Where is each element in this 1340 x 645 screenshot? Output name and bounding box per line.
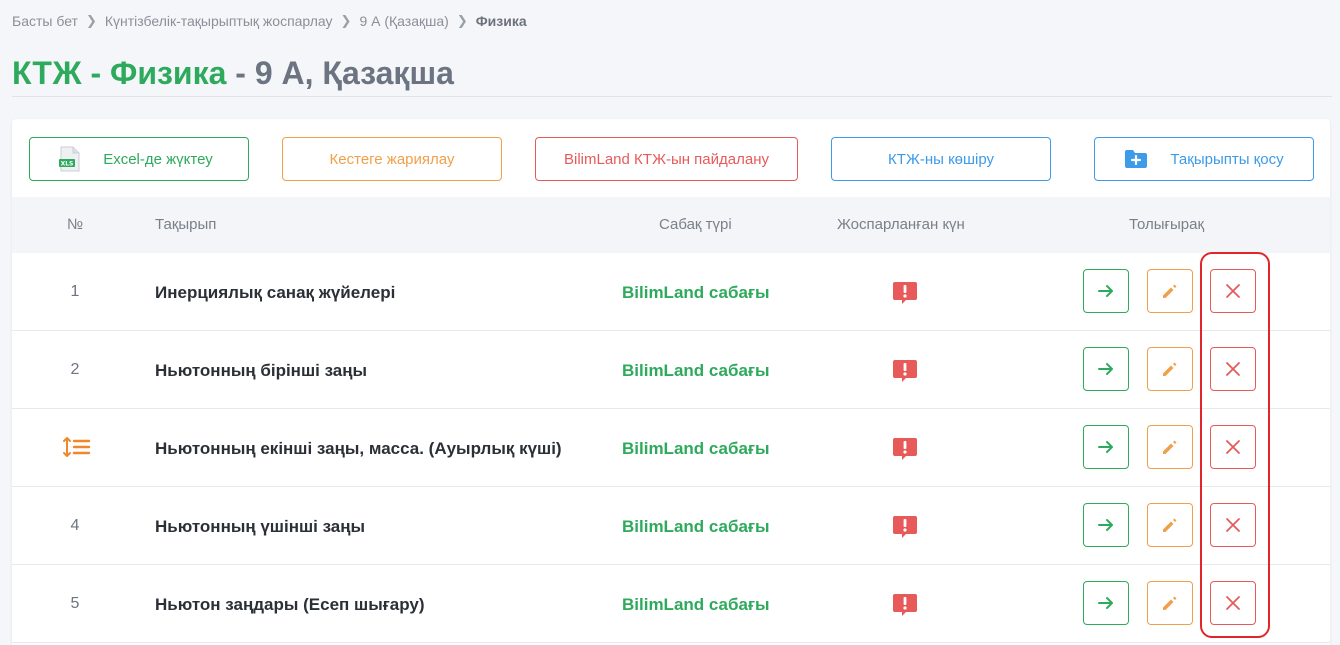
edit-topic-button[interactable] xyxy=(1147,425,1193,469)
pencil-icon xyxy=(1163,362,1177,376)
add-topic-label: Тақырыпты қосу xyxy=(1170,150,1284,168)
row-lesson-type: BilimLand сабағы xyxy=(622,517,770,536)
row-lesson-type: BilimLand сабағы xyxy=(622,283,770,302)
close-icon xyxy=(1226,596,1240,610)
use-bilimland-label: BilimLand КТЖ-ын пайдалану xyxy=(564,150,769,168)
close-icon xyxy=(1226,362,1240,376)
reorder-icon[interactable] xyxy=(62,435,91,464)
table-row: 4 Ньютонның үшінші заңы BilimLand сабағы xyxy=(12,487,1330,565)
alert-bubble-icon xyxy=(892,436,918,462)
open-topic-button[interactable] xyxy=(1083,503,1129,547)
row-lesson-type: BilimLand сабағы xyxy=(622,361,770,380)
page-title-main: КТЖ - Физика xyxy=(12,55,227,91)
pencil-icon xyxy=(1163,440,1177,454)
header-details: Толығырақ xyxy=(1129,216,1205,233)
ktzh-card: XLS Excel-де жүктеу Кестеге жариялау Bil… xyxy=(12,119,1330,645)
title-divider xyxy=(12,96,1332,97)
breadcrumb-home[interactable]: Басты бет xyxy=(12,13,78,29)
table-row: Ньютонның екінші заңы, масса. (Ауырлық к… xyxy=(12,409,1330,487)
delete-topic-button[interactable] xyxy=(1210,425,1256,469)
use-bilimland-ktzh-button[interactable]: BilimLand КТЖ-ын пайдалану xyxy=(535,137,798,181)
arrow-right-icon xyxy=(1098,597,1113,609)
header-topic: Тақырып xyxy=(155,216,217,233)
pencil-icon xyxy=(1163,596,1177,610)
alert-bubble-icon xyxy=(892,280,918,306)
close-icon xyxy=(1226,284,1240,298)
table-row: 2 Ньютонның бірінші заңы BilimLand сабағ… xyxy=(12,331,1330,409)
row-topic: Ньютон заңдары (Есеп шығару) xyxy=(155,595,425,614)
chevron-right-icon: ❯ xyxy=(456,13,468,28)
close-icon xyxy=(1226,518,1240,532)
row-lesson-type: BilimLand сабағы xyxy=(622,595,770,614)
row-topic: Ньютонның бірінші заңы xyxy=(155,361,368,380)
alert-bubble-icon xyxy=(892,592,918,618)
copy-ktzh-button[interactable]: КТЖ-ны көшіру xyxy=(831,137,1051,181)
xls-file-icon: XLS xyxy=(59,146,81,172)
delete-topic-button[interactable] xyxy=(1210,269,1256,313)
excel-download-button[interactable]: XLS Excel-де жүктеу xyxy=(29,137,249,181)
arrow-right-icon xyxy=(1098,363,1113,375)
table-row: 5 Ньютон заңдары (Есеп шығару) BilimLand… xyxy=(12,565,1330,643)
pencil-icon xyxy=(1163,518,1177,532)
edit-topic-button[interactable] xyxy=(1147,347,1193,391)
arrow-right-icon xyxy=(1098,441,1113,453)
arrow-right-icon xyxy=(1098,519,1113,531)
delete-topic-button[interactable] xyxy=(1210,347,1256,391)
publish-to-schedule-button[interactable]: Кестеге жариялау xyxy=(282,137,502,181)
header-lesson-type: Сабақ түрі xyxy=(659,216,732,233)
excel-download-label: Excel-де жүктеу xyxy=(103,150,213,168)
delete-topic-button[interactable] xyxy=(1210,581,1256,625)
breadcrumb-current: Физика xyxy=(475,13,527,29)
arrow-right-icon xyxy=(1098,285,1113,297)
row-topic: Ньютонның екінші заңы, масса. (Ауырлық к… xyxy=(155,439,562,458)
alert-bubble-icon xyxy=(892,358,918,384)
open-topic-button[interactable] xyxy=(1083,581,1129,625)
open-topic-button[interactable] xyxy=(1083,347,1129,391)
breadcrumb: Басты бет ❯ Күнтізбелік-тақырыптық жоспа… xyxy=(12,13,527,29)
row-topic: Инерциялық санақ жүйелері xyxy=(155,283,396,302)
row-number: 4 xyxy=(70,517,80,534)
breadcrumb-ktzh[interactable]: Күнтізбелік-тақырыптық жоспарлау xyxy=(105,13,333,29)
chevron-right-icon: ❯ xyxy=(340,13,352,28)
alert-bubble-icon xyxy=(892,514,918,540)
copy-ktzh-label: КТЖ-ны көшіру xyxy=(887,150,995,168)
row-number: 1 xyxy=(70,283,80,300)
edit-topic-button[interactable] xyxy=(1147,581,1193,625)
page-title-sub: - 9 А, Қазақша xyxy=(226,55,454,91)
row-lesson-type: BilimLand сабағы xyxy=(622,439,770,458)
header-number: № xyxy=(67,216,84,233)
publish-label: Кестеге жариялау xyxy=(329,150,455,168)
breadcrumb-class[interactable]: 9 А (Қазақша) xyxy=(359,13,448,29)
close-icon xyxy=(1226,440,1240,454)
pencil-icon xyxy=(1163,284,1177,298)
row-topic: Ньютонның үшінші заңы xyxy=(155,517,366,536)
open-topic-button[interactable] xyxy=(1083,425,1129,469)
row-number: 2 xyxy=(70,361,80,378)
svg-text:XLS: XLS xyxy=(61,161,74,168)
open-topic-button[interactable] xyxy=(1083,269,1129,313)
edit-topic-button[interactable] xyxy=(1147,269,1193,313)
chevron-right-icon: ❯ xyxy=(85,13,97,28)
add-topic-button[interactable]: Тақырыпты қосу xyxy=(1094,137,1314,181)
edit-topic-button[interactable] xyxy=(1147,503,1193,547)
table-row: 1 Инерциялық санақ жүйелері BilimLand са… xyxy=(12,253,1330,331)
page-title: КТЖ - Физика - 9 А, Қазақша xyxy=(12,55,454,92)
header-planned-date: Жоспарланған күн xyxy=(837,216,965,233)
delete-topic-button[interactable] xyxy=(1210,503,1256,547)
row-number: 5 xyxy=(70,595,80,612)
folder-plus-icon xyxy=(1124,149,1148,169)
table-header: № Тақырып Сабақ түрі Жоспарланған күн То… xyxy=(12,197,1330,253)
